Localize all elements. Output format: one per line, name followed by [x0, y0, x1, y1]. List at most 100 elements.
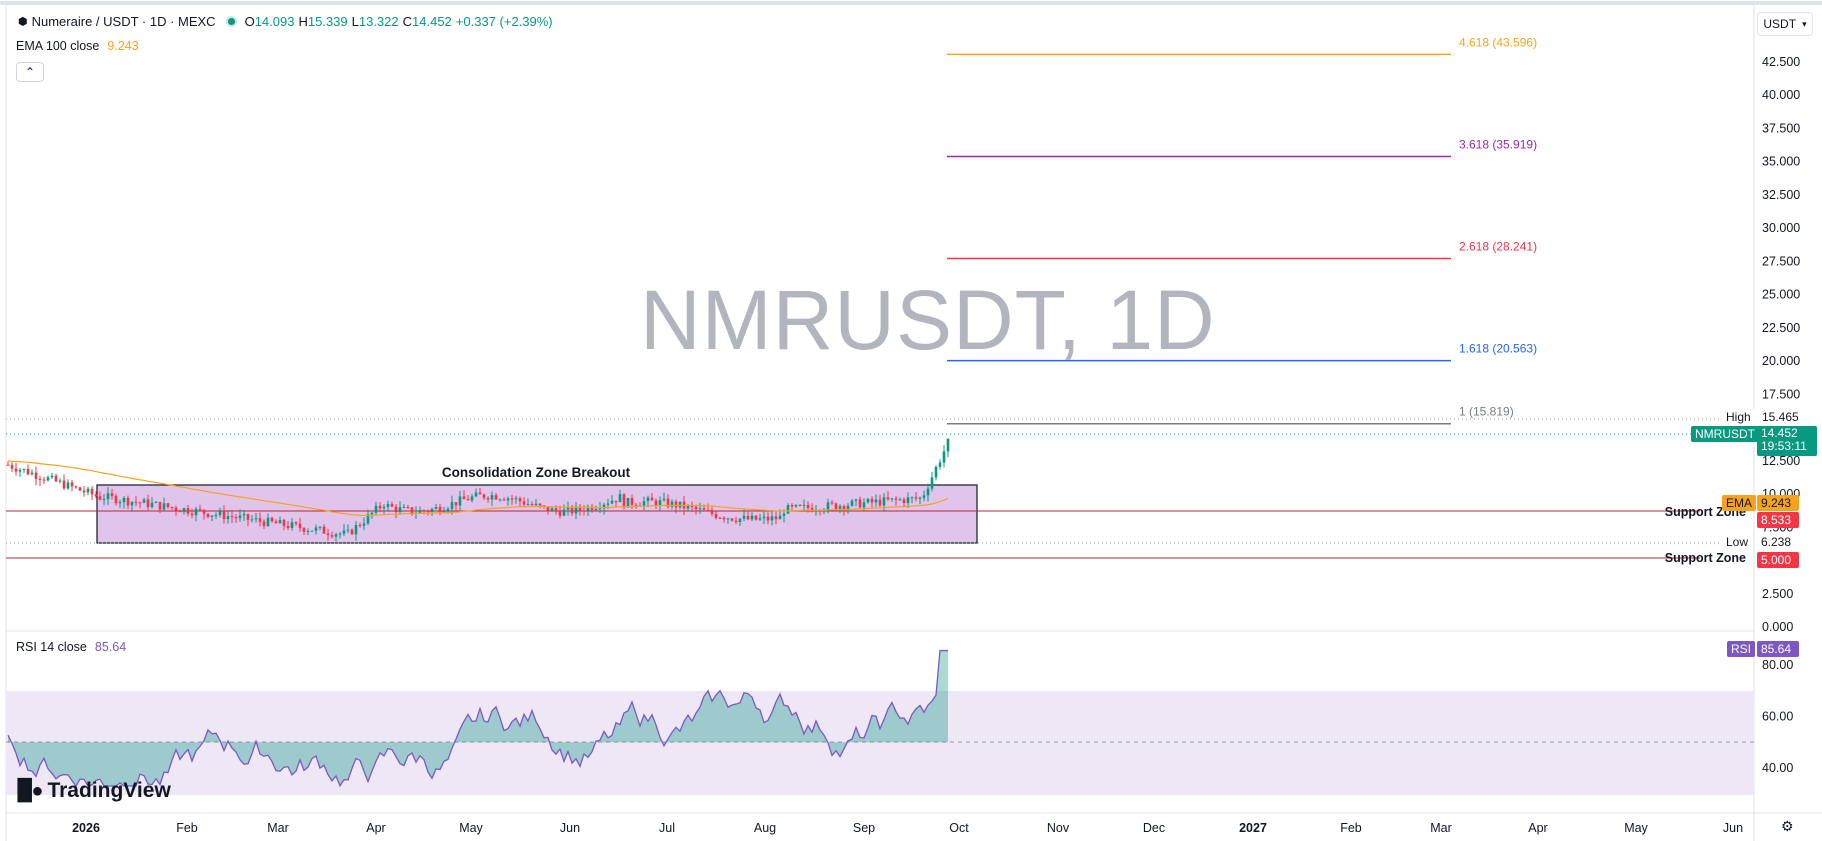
- candle-body: [170, 506, 174, 508]
- rsi-axis-tick: 60.00: [1762, 710, 1793, 724]
- candle-body: [706, 509, 710, 511]
- candle-body: [918, 497, 922, 499]
- candle-body: [430, 508, 434, 513]
- candle-body: [370, 512, 374, 515]
- high-price-tag: 15.465: [1758, 409, 1803, 425]
- candle-body: [186, 508, 190, 514]
- candle-body: [522, 501, 526, 505]
- candle-body: [710, 510, 714, 514]
- candle-body: [162, 503, 166, 510]
- candle-body: [314, 527, 318, 531]
- candle-body: [514, 498, 518, 500]
- candle-body: [302, 528, 306, 532]
- candle-body: [94, 494, 98, 497]
- close-value: 14.452: [412, 14, 452, 29]
- candle-body: [462, 496, 466, 500]
- candle-body: [230, 516, 234, 518]
- symbol-title[interactable]: Numeraire / USDT · 1D · MEXC: [32, 14, 216, 29]
- ema-legend[interactable]: EMA 100 close 9.243: [16, 39, 143, 53]
- candle-body: [138, 502, 142, 504]
- rsi-axis-tick: 40.00: [1762, 761, 1793, 775]
- candle-body: [10, 464, 14, 469]
- candle-body: [374, 505, 378, 513]
- price-axis-tick: 32.500: [1762, 188, 1800, 202]
- low-label: L: [351, 14, 359, 29]
- last-price-tag: 14.452 19:53:11: [1757, 426, 1817, 456]
- rsi-axis[interactable]: 80.00 60.00 40.00: [1762, 658, 1793, 775]
- candle-body: [878, 499, 882, 506]
- price-axis-tick: 20.000: [1762, 354, 1800, 368]
- candle-body: [86, 488, 90, 493]
- candle-body: [130, 501, 134, 506]
- candle-body: [742, 515, 746, 519]
- candle-body: [290, 522, 294, 528]
- candle-body: [406, 506, 410, 508]
- candle-body: [606, 503, 610, 505]
- candle-body: [126, 497, 130, 506]
- low-label-tag: Low: [1722, 534, 1753, 550]
- candle-body: [346, 529, 350, 531]
- candle-body: [874, 499, 878, 503]
- candle-body: [334, 534, 338, 537]
- candle-body: [750, 515, 754, 520]
- rsi-value-tag: 85.64: [1757, 641, 1799, 657]
- candle-body: [906, 497, 910, 504]
- symbol-legend[interactable]: ⬢ Numeraire / USDT · 1D · MEXC O 14.093 H…: [18, 14, 557, 29]
- rsi-legend-label[interactable]: RSI 14 close: [16, 640, 87, 654]
- candle-body: [254, 518, 258, 520]
- candle-body: [354, 524, 358, 535]
- candle-body: [274, 521, 278, 524]
- rsi-axis-tick: 80.00: [1762, 658, 1793, 672]
- candle-body: [142, 499, 146, 503]
- candle-body: [846, 505, 850, 510]
- candle-body: [910, 497, 914, 499]
- rsi-legend[interactable]: RSI 14 close 85.64: [16, 640, 130, 654]
- candle-body: [646, 497, 650, 502]
- candle-body: [62, 480, 66, 489]
- candle-body: [270, 517, 274, 522]
- settings-gear-icon[interactable]: ⚙: [1781, 818, 1794, 835]
- candle-body: [438, 507, 442, 513]
- candle-body: [150, 502, 154, 507]
- candle-body: [798, 504, 802, 506]
- candle-body: [102, 499, 106, 501]
- candle-body: [870, 498, 874, 503]
- ema-name-tag: EMA: [1722, 495, 1757, 511]
- candle-body: [458, 496, 462, 506]
- ema-legend-value: 9.243: [107, 39, 139, 53]
- ema-legend-label[interactable]: EMA 100 close: [16, 39, 99, 53]
- candle-body: [826, 502, 830, 511]
- candle-body: [850, 500, 854, 506]
- candle-body: [890, 498, 894, 500]
- candle-body: [474, 492, 478, 497]
- support-zone-label-2: Support Zone: [1665, 551, 1746, 565]
- candle-body: [722, 517, 726, 520]
- candle-body: [426, 511, 430, 513]
- candle-body: [766, 516, 770, 521]
- candle-body: [18, 469, 22, 472]
- time-axis-tick: Mar: [1430, 821, 1452, 835]
- candle-body: [914, 497, 918, 499]
- candle-body: [938, 462, 942, 467]
- candle-body: [502, 499, 506, 501]
- chart-canvas[interactable]: 4.618 (43.596) 3.618 (35.919) 2.618 (28.24…: [0, 0, 1822, 841]
- candle-body: [250, 519, 254, 521]
- candle-body: [50, 475, 54, 478]
- candle-body: [858, 499, 862, 508]
- consolidation-zone-box[interactable]: [96, 484, 978, 544]
- tradingview-logo[interactable]: ▉● TradingView: [18, 778, 171, 803]
- candle-body: [6, 464, 10, 466]
- currency-select[interactable]: USDT ▾: [1757, 12, 1813, 36]
- open-label: O: [244, 14, 255, 29]
- candle-body: [510, 498, 514, 500]
- time-axis-tick: Aug: [754, 821, 776, 835]
- candle-body: [610, 500, 614, 504]
- candle-body: [218, 511, 222, 515]
- candle-body: [386, 504, 390, 507]
- collapse-legend-button[interactable]: ⌃: [16, 62, 44, 82]
- candle-body: [278, 519, 282, 524]
- time-axis[interactable]: 2026 Feb Mar Apr May Jun Jul Aug Sep Oct Nov Dec 202…: [72, 821, 1743, 835]
- candle-body: [854, 499, 858, 501]
- candle-body: [894, 498, 898, 500]
- price-axis-tick: 22.500: [1762, 321, 1800, 335]
